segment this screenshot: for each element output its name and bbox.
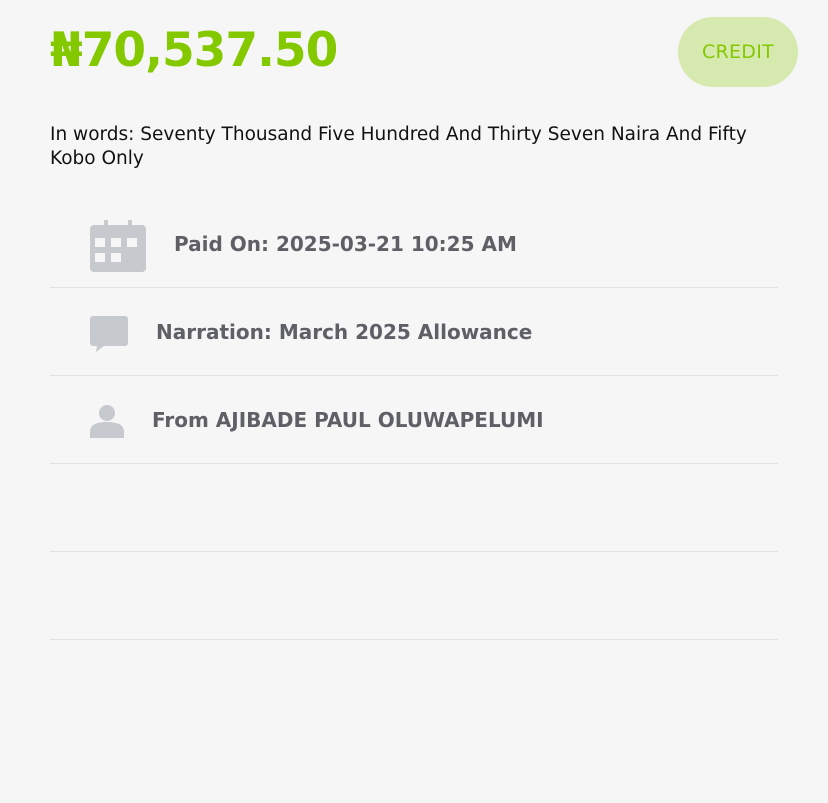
amount-in-words: In words: Seventy Thousand Five Hundred … xyxy=(50,124,747,169)
from-row: From AJIBADE PAUL OLUWAPELUMI xyxy=(50,376,778,464)
narration-text: Narration: March 2025 Allowance xyxy=(156,320,533,344)
calendar-icon xyxy=(90,220,146,272)
credit-badge: CREDIT xyxy=(678,17,798,87)
user-icon xyxy=(90,405,124,438)
empty-row xyxy=(50,552,778,640)
from-text: From AJIBADE PAUL OLUWAPELUMI xyxy=(152,408,544,432)
empty-row xyxy=(50,464,778,552)
transaction-detail-page: ₦70,537.50 CREDIT In words: Seventy Thou… xyxy=(0,0,828,803)
paid-on-row: Paid On: 2025-03-21 10:25 AM xyxy=(50,200,778,288)
paid-on-text: Paid On: 2025-03-21 10:25 AM xyxy=(174,232,517,256)
narration-row: Narration: March 2025 Allowance xyxy=(50,288,778,376)
transaction-details-list: Paid On: 2025-03-21 10:25 AM Narration: … xyxy=(50,200,778,640)
comment-icon xyxy=(90,316,128,352)
transaction-amount: ₦70,537.50 xyxy=(50,23,338,78)
